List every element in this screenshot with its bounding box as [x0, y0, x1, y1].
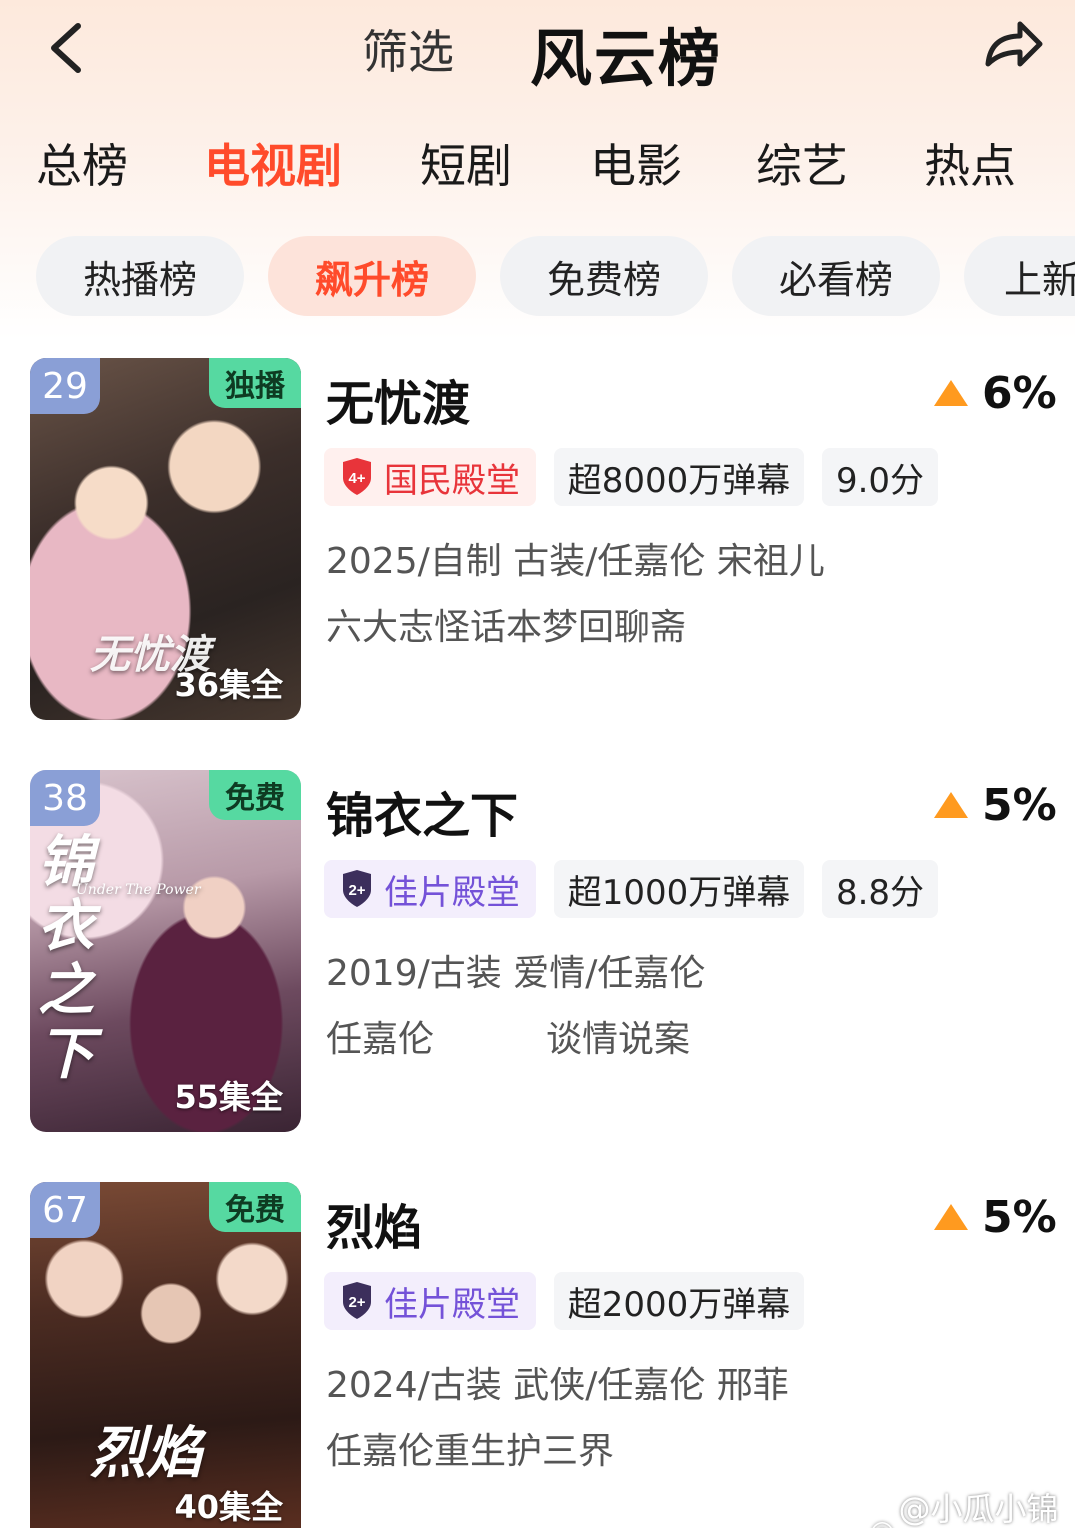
category-tabs: 总榜 电视剧 短剧 电影 综艺 热点	[0, 130, 1075, 200]
list-item[interactable]: 29 独播 无忧渡 36集全 无忧渡 6% 4+ 国民殿堂 超8000万弹幕 9…	[0, 358, 1075, 730]
poster-title: 锦衣之下	[38, 829, 94, 1087]
tab-short-drama[interactable]: 短剧	[420, 130, 512, 196]
item-title[interactable]: 锦衣之下	[326, 776, 518, 846]
rank-change-value: 5%	[982, 779, 1057, 831]
item-meta: 2019/古装 爱情/任嘉伦	[326, 953, 706, 994]
free-badge: 免费	[209, 770, 301, 820]
rank-change: 6%	[934, 367, 1057, 419]
item-description: 六大志怪话本梦回聊斋	[326, 607, 687, 648]
danmaku-badge: 超8000万弹幕	[554, 448, 804, 506]
rank-change: 5%	[934, 779, 1057, 831]
up-arrow-icon	[934, 792, 968, 818]
chip-new[interactable]: 上新	[964, 236, 1075, 316]
item-description-extra: 谈情说案	[546, 1019, 691, 1060]
rank-badge: 67	[30, 1182, 100, 1238]
ranking-chips: 热播榜 飙升榜 免费榜 必看榜 上新	[0, 236, 1075, 318]
episode-count: 55集全	[174, 1078, 283, 1116]
rank-badge: 38	[30, 770, 100, 826]
item-meta: 2024/古装 武侠/任嘉伦 邢菲	[326, 1365, 789, 1406]
honor-label: 佳片殿堂	[384, 1284, 520, 1325]
watermark-text: @小瓜小锦鲤	[898, 1490, 1059, 1528]
tab-all[interactable]: 总榜	[36, 130, 128, 196]
chip-must-watch[interactable]: 必看榜	[732, 236, 940, 316]
svg-text:2+: 2+	[348, 1294, 365, 1311]
item-title[interactable]: 无忧渡	[326, 364, 470, 434]
filter-link[interactable]: 筛选	[362, 16, 454, 82]
chip-free[interactable]: 免费榜	[500, 236, 708, 316]
share-button[interactable]	[978, 14, 1048, 74]
item-title[interactable]: 烈焰	[326, 1188, 422, 1258]
tab-movies[interactable]: 电影	[590, 130, 682, 196]
free-badge: 免费	[209, 1182, 301, 1232]
episode-count: 40集全	[174, 1488, 283, 1526]
poster-title: 烈焰	[90, 1420, 202, 1486]
up-arrow-icon	[934, 1204, 968, 1230]
rank-change: 5%	[934, 1191, 1057, 1243]
shield-icon: 2+	[340, 1282, 374, 1320]
chip-hot-playing[interactable]: 热播榜	[36, 236, 244, 316]
weibo-icon: ◎	[870, 1514, 894, 1528]
page-title: 风云榜	[530, 22, 723, 95]
svg-text:2+: 2+	[348, 882, 365, 899]
honor-label: 国民殿堂	[384, 460, 520, 501]
item-description: 任嘉伦重生护三界	[326, 1431, 615, 1472]
rank-change-value: 6%	[982, 367, 1057, 419]
honor-badge[interactable]: 2+ 佳片殿堂	[324, 1272, 536, 1330]
tab-variety[interactable]: 综艺	[756, 130, 848, 196]
share-arrow-icon	[985, 21, 1043, 67]
item-description: 任嘉伦	[326, 1019, 435, 1060]
honor-badge[interactable]: 2+ 佳片殿堂	[324, 860, 536, 918]
up-arrow-icon	[934, 380, 968, 406]
episode-count: 36集全	[174, 666, 283, 704]
poster-subtitle: Under The Power	[76, 882, 201, 898]
list-item[interactable]: 67 免费 烈焰 40集全 烈焰 5% 2+ 佳片殿堂 超2000万弹幕 202…	[0, 1182, 1075, 1528]
poster-image[interactable]: 38 免费 锦衣之下 Under The Power 55集全	[30, 770, 301, 1132]
list-item[interactable]: 38 免费 锦衣之下 Under The Power 55集全 锦衣之下 5% …	[0, 770, 1075, 1142]
poster-image[interactable]: 67 免费 烈焰 40集全	[30, 1182, 301, 1528]
honor-label: 佳片殿堂	[384, 872, 520, 913]
score-badge: 8.8分	[822, 860, 938, 918]
chevron-left-icon	[51, 23, 81, 73]
chip-rising[interactable]: 飙升榜	[268, 236, 476, 316]
danmaku-badge: 超2000万弹幕	[554, 1272, 804, 1330]
rank-change-value: 5%	[982, 1191, 1057, 1243]
shield-icon: 2+	[340, 870, 374, 908]
poster-image[interactable]: 29 独播 无忧渡 36集全	[30, 358, 301, 720]
back-button[interactable]	[40, 20, 96, 76]
exclusive-badge: 独播	[209, 358, 301, 408]
honor-badge[interactable]: 4+ 国民殿堂	[324, 448, 536, 506]
rank-badge: 29	[30, 358, 100, 414]
tab-hot[interactable]: 热点	[924, 130, 1016, 196]
tab-tv-series[interactable]: 电视剧	[204, 130, 342, 196]
shield-icon: 4+	[340, 458, 374, 496]
watermark: ◎ @小瓜小锦鲤	[870, 1484, 1075, 1528]
score-badge: 9.0分	[822, 448, 938, 506]
item-meta: 2025/自制 古装/任嘉伦 宋祖儿	[326, 541, 825, 582]
svg-text:4+: 4+	[348, 470, 365, 487]
danmaku-badge: 超1000万弹幕	[554, 860, 804, 918]
top-bar: 筛选 风云榜	[0, 0, 1075, 100]
